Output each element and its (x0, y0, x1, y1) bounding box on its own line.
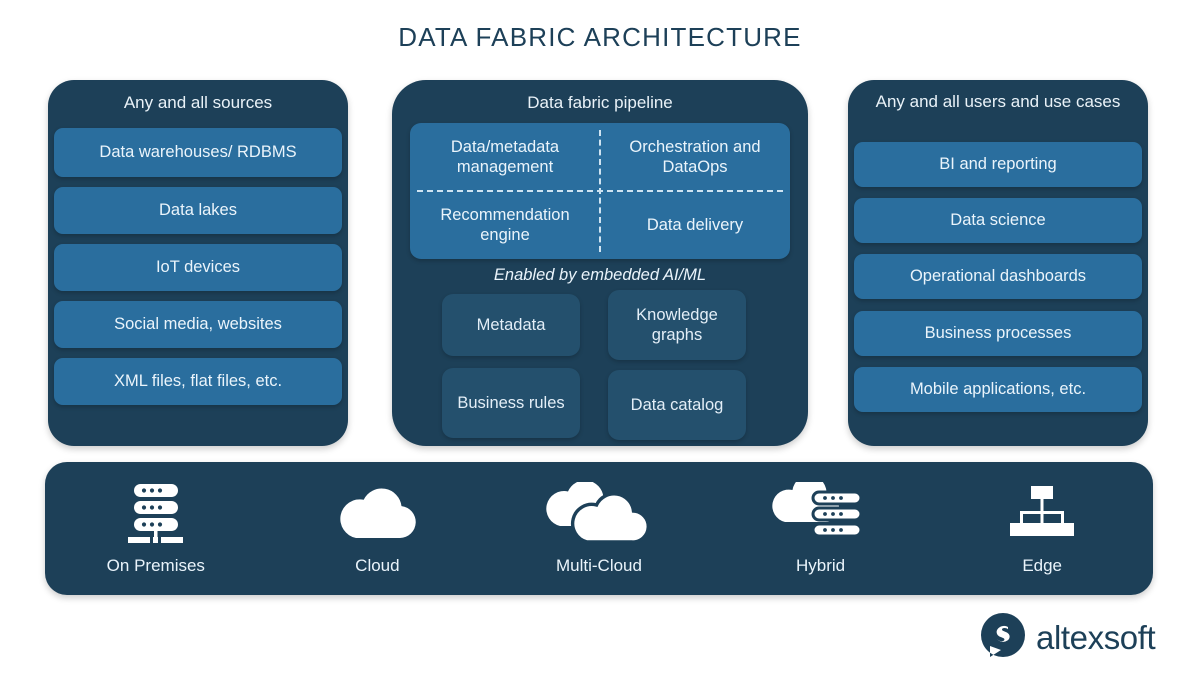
deployment-label: Hybrid (796, 555, 846, 575)
deployment-item-edge[interactable]: Edge (931, 462, 1153, 595)
brand-name: altexsoft (1036, 618, 1156, 656)
deployment-item-cloud[interactable]: Cloud (267, 462, 489, 595)
deployment-label: Multi-Cloud (555, 555, 642, 575)
source-item-0[interactable]: Data warehouses/ RDBMS (54, 128, 342, 177)
pipeline-capability-grid: Data/metadata management Orchestration a… (410, 123, 790, 259)
pipeline-cell-recommendation-engine[interactable]: Recommendation engine (410, 191, 600, 259)
deployment-label: Cloud (355, 555, 400, 575)
deployment-item-multi-cloud[interactable]: Multi-Cloud (488, 462, 710, 595)
sources-heading: Any and all sources (123, 93, 273, 112)
sources-panel: Any and all sources Data warehouses/ RDB… (48, 80, 348, 446)
user-item-1[interactable]: Data science (854, 198, 1142, 243)
source-item-4[interactable]: XML files, flat files, etc. (54, 358, 342, 405)
source-item-2[interactable]: IoT devices (54, 244, 342, 291)
source-item-3[interactable]: Social media, websites (54, 301, 342, 348)
deployment-label: On Premises (106, 555, 205, 575)
deployment-item-hybrid[interactable]: Hybrid (710, 462, 932, 595)
server-rack-icon (120, 482, 192, 544)
brand-logo: altexsoft (980, 612, 1156, 663)
source-item-1[interactable]: Data lakes (54, 187, 342, 234)
ai-box-knowledge-graphs[interactable]: Knowledge graphs (608, 290, 746, 360)
pipeline-cell-orchestration-dataops[interactable]: Orchestration and DataOps (600, 123, 790, 191)
deployment-item-on-premises[interactable]: On Premises (45, 462, 267, 595)
multi-cloud-icon (544, 481, 654, 544)
pipeline-cell-data-metadata-management[interactable]: Data/metadata management (410, 123, 600, 191)
ai-box-data-catalog[interactable]: Data catalog (608, 370, 746, 440)
deployment-label: Edge (1022, 555, 1063, 575)
altexsoft-bubble-logo (980, 612, 1026, 663)
ai-box-metadata[interactable]: Metadata (442, 294, 580, 356)
pipeline-heading: Data fabric pipeline (527, 93, 673, 112)
user-item-2[interactable]: Operational dashboards (854, 254, 1142, 299)
ai-box-business-rules[interactable]: Business rules (442, 368, 580, 438)
user-item-4[interactable]: Mobile applications, etc. (854, 367, 1142, 412)
cloud-server-icon (769, 481, 873, 544)
user-item-0[interactable]: BI and reporting (854, 142, 1142, 187)
pipeline-cell-data-delivery[interactable]: Data delivery (600, 191, 790, 259)
enabled-by-ai-ml-note: Enabled by embedded AI/ML (493, 266, 707, 284)
hierarchy-nodes-icon (1004, 482, 1080, 544)
page-title: DATA FABRIC ARCHITECTURE (398, 22, 802, 52)
deployment-options-bar: On Premises Cloud Multi-Cloud Hybrid Edg… (45, 462, 1153, 595)
user-item-3[interactable]: Business processes (854, 311, 1142, 356)
pipeline-panel: Data fabric pipeline Data/metadata manag… (392, 80, 808, 446)
users-panel: Any and all users and use cases BI and r… (848, 80, 1148, 446)
users-heading: Any and all users and use cases (875, 92, 1121, 111)
cloud-icon (334, 482, 420, 544)
